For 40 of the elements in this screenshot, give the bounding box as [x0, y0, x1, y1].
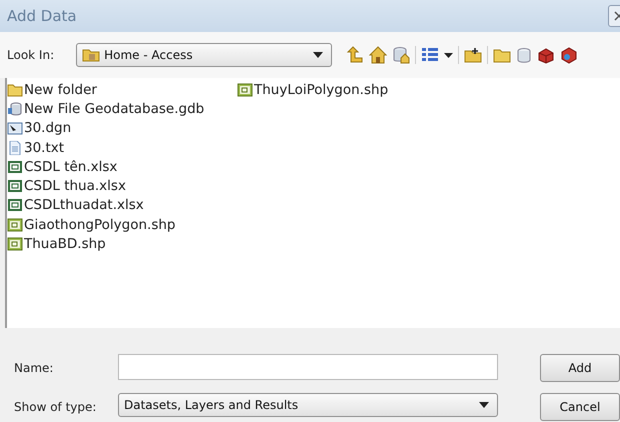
grid-view-icon[interactable] [421, 47, 440, 63]
file-item[interactable]: CSDL thua.xlsx [7, 176, 207, 196]
shapefile-icon [7, 218, 23, 232]
caret-icon [313, 52, 324, 58]
type-dropdown[interactable]: Datasets, Layers and Results [118, 393, 498, 417]
file-item[interactable]: 30.txt [7, 138, 207, 158]
text-file-icon [7, 140, 23, 155]
drawing-file-icon [7, 121, 23, 136]
type-label: Show of type: [14, 400, 98, 414]
file-item[interactable]: ThuaBD.shp [7, 234, 207, 254]
file-item[interactable]: 30.dgn [7, 118, 207, 138]
database-home-icon[interactable] [392, 46, 410, 64]
caret-icon[interactable] [444, 52, 454, 58]
add-button[interactable]: Add [540, 354, 620, 382]
table-file-icon [7, 179, 23, 194]
folder-icon [7, 82, 23, 97]
file-list[interactable]: New folder New File Geodatabase.gdb 30.dgn 30.txt CSDL tên.xlsx CSDL thua.xlsx CSDLthuadat.xlsx GiaothongPolygon.shp ThuaBD.shp ThuyLoiPolygon.shp [5, 78, 620, 328]
folder-icon[interactable] [493, 47, 512, 63]
table-file-icon [7, 160, 23, 174]
file-item[interactable]: CSDLthuadat.xlsx [7, 196, 207, 216]
shapefile-icon [7, 237, 23, 252]
window-title: Add Data [7, 7, 77, 25]
database-icon [7, 102, 23, 116]
name-field[interactable] [118, 354, 498, 380]
file-item[interactable]: GiaothongPolygon.shp [7, 215, 207, 234]
shapefile-icon [237, 82, 253, 97]
look-in-dropdown[interactable]: Home - Access [76, 43, 332, 67]
file-item[interactable]: CSDL tên.xlsx [7, 157, 207, 176]
home-icon[interactable] [369, 46, 388, 64]
cancel-button[interactable]: Cancel [540, 393, 620, 421]
caret-icon [479, 402, 489, 408]
up-arrow-icon[interactable] [346, 46, 364, 64]
folder-icon [82, 48, 100, 62]
database-icon[interactable] [516, 46, 532, 64]
file-item[interactable]: New File Geodatabase.gdb [7, 99, 207, 119]
look-in-label: Look In: [7, 48, 54, 62]
name-label: Name: [14, 361, 54, 375]
file-item[interactable]: ThuyLoiPolygon.shp [237, 80, 388, 100]
file-item[interactable]: New folder [7, 80, 207, 100]
table-file-icon [7, 198, 23, 212]
